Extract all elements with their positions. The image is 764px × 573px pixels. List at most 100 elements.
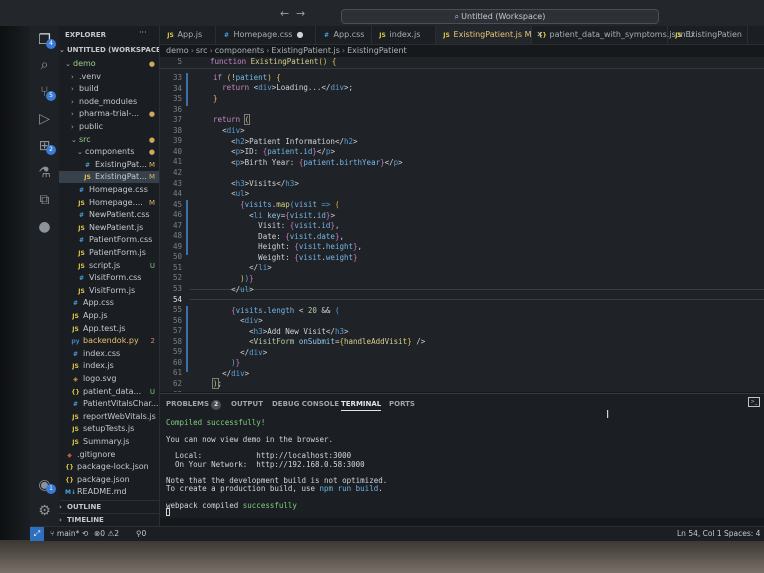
code-line[interactable]: <p>ID: {patient.id}</p> (204, 147, 335, 156)
tab-ports[interactable]: PORTS (389, 400, 415, 408)
tree-item[interactable]: JS NewPatient.js (59, 222, 159, 234)
tree-item[interactable]: JS App.js (59, 310, 159, 322)
back-arrow-icon[interactable]: ← (280, 7, 289, 20)
tree-item[interactable]: JS index.js (59, 360, 159, 372)
code-line[interactable]: Visit: {visit.id}, (204, 221, 339, 230)
tree-item[interactable]: › .venv (59, 71, 159, 83)
tree-item[interactable]: JS Homepage.... M (59, 197, 159, 209)
remote-explorer-icon[interactable]: ⧉ (36, 192, 53, 209)
tree-item[interactable]: JS VisitForm.js (59, 285, 159, 297)
tree-item[interactable]: M↓README.md (59, 486, 159, 498)
tree-item[interactable]: › build (59, 83, 159, 95)
code-line[interactable]: <h2>Patient Information</h2> (204, 137, 357, 146)
code-editor[interactable]: 5 function ExistingPatient() { 33 34 35 36 3… (160, 57, 764, 392)
breadcrumb-item[interactable]: ExistingPatient (347, 46, 407, 55)
tree-item[interactable]: py backendok.py 2 (59, 335, 159, 347)
unsaved-dot-icon[interactable]: ● (296, 30, 303, 39)
tree-item[interactable]: JS App.test.js (59, 323, 159, 335)
git-branch[interactable]: ⑂ main* (50, 527, 79, 541)
tree-item[interactable]: JS script.js U (59, 260, 159, 272)
code-line[interactable]: Height: {visit.height}, (204, 242, 362, 251)
tree-item[interactable]: {} patient_data... U (59, 386, 159, 398)
tree-item[interactable]: › public (59, 121, 159, 133)
code-line[interactable]: {visits.map(visit => ( (204, 200, 339, 209)
code-line[interactable]: <p>Birth Year: {patient.birthYear}</p> (204, 158, 403, 167)
code-line[interactable]: <ul> (204, 189, 249, 198)
code-line[interactable]: <h3>Visits</h3> (204, 179, 299, 188)
tree-item[interactable]: ⌄ components ● (59, 146, 159, 158)
explorer-more-icon[interactable]: ··· (139, 27, 157, 39)
search-icon[interactable]: ⌕ (36, 57, 53, 74)
code-line[interactable]: </div> (204, 348, 267, 357)
code-line[interactable]: Date: {visit.date}, (204, 232, 344, 241)
tree-item[interactable]: {} package.json (59, 474, 159, 486)
tab-debug-console[interactable]: DEBUG CONSOLE (272, 400, 339, 408)
tree-item[interactable]: # PatientForm.css (59, 234, 159, 246)
tree-item[interactable]: {} package-lock.json (59, 461, 159, 473)
code-line[interactable]: )} (204, 358, 240, 367)
ports-status[interactable]: ⚲0 (136, 527, 146, 541)
code-line[interactable]: if (!patient) { (204, 73, 281, 82)
tree-item[interactable]: # PatientVitalsChar... (59, 398, 159, 410)
code-line[interactable]: <div> (204, 126, 245, 135)
code-line[interactable]: ); (204, 378, 222, 389)
tree-item[interactable]: › node_modules (59, 96, 159, 108)
code-line[interactable]: } (204, 94, 218, 103)
cursor-position[interactable]: Ln 54, Col 1 (677, 527, 722, 541)
code-line[interactable]: ))} (204, 274, 254, 283)
remote-indicator-icon[interactable]: ⤢ (30, 527, 44, 541)
code-line[interactable]: </div> (204, 369, 249, 378)
sync-icon[interactable]: ⟲ (82, 527, 88, 541)
indentation-setting[interactable]: Spaces: 4 (724, 527, 760, 541)
tree-item[interactable]: JS reportWebVitals.js (59, 411, 159, 423)
editor-tab[interactable]: # Homepage.css ● (216, 26, 316, 44)
editor-tab[interactable]: # App.css (316, 26, 372, 44)
tab-output[interactable]: OUTPUT (231, 400, 263, 408)
editor-tab[interactable]: JS index.js (372, 26, 436, 44)
code-line[interactable]: <VisitForm onSubmit={handleAddVisit} /> (204, 337, 425, 346)
code-line[interactable]: return ( (204, 114, 251, 125)
breadcrumb-item[interactable]: demo (166, 46, 189, 55)
code-line[interactable]: <li key={visit.id}> (204, 211, 335, 220)
breadcrumb-item[interactable]: components (215, 46, 264, 55)
code-line[interactable]: return <div>Loading...</div>; (204, 83, 353, 92)
tab-terminal[interactable]: TERMINAL (341, 400, 382, 411)
editor-tab[interactable]: JS App.js (160, 26, 216, 44)
manage-gear-icon[interactable]: ⚙ (36, 503, 53, 520)
outline-section[interactable]: › OUTLINE (59, 500, 159, 513)
terminal-shell-icon[interactable]: >_ (748, 397, 760, 407)
timeline-section[interactable]: › TIMELINE (59, 513, 159, 526)
code-line[interactable]: </ul> (204, 285, 254, 294)
tree-item[interactable]: JS PatientForm.js (59, 247, 159, 259)
code-line[interactable]: </li> (204, 263, 272, 272)
tree-item[interactable]: › pharma-trial-... ● (59, 108, 159, 120)
code-line[interactable]: {visits.length < 20 && ( (204, 306, 339, 315)
tree-item[interactable]: JS setupTests.js (59, 423, 159, 435)
tree-item[interactable]: # VisitForm.css (59, 272, 159, 284)
breadcrumb-item[interactable]: ExistingPatient.js (271, 46, 339, 55)
github-icon[interactable]: ● (36, 219, 53, 236)
tree-item[interactable]: ◈ logo.svg (59, 373, 159, 385)
forward-arrow-icon[interactable]: → (296, 7, 305, 20)
tab-problems[interactable]: PROBLEMS 2 (166, 400, 222, 410)
tree-item[interactable]: ⌄ demo ● (59, 58, 159, 70)
editor-tab[interactable]: JS ExistingPatien (668, 26, 748, 44)
tree-item[interactable]: # App.css (59, 297, 159, 309)
tree-item[interactable]: # index.css (59, 348, 159, 360)
testing-icon[interactable]: ⚗ (36, 165, 53, 182)
tree-item[interactable]: JS Summary.js (59, 436, 159, 448)
workspace-root[interactable]: ⌄ UNTITLED (WORKSPACE) (59, 44, 159, 56)
sticky-scroll-line[interactable]: function ExistingPatient() { (210, 57, 336, 66)
code-line[interactable]: <div> (204, 316, 263, 325)
run-debug-icon[interactable]: ▷ (36, 111, 53, 128)
code-line[interactable]: <h3>Add New Visit</h3> (204, 327, 348, 336)
tree-item[interactable]: ◆ .gitignore (59, 449, 159, 461)
editor-tab[interactable]: {} patient_data_with_symptoms.json U (532, 26, 694, 44)
problems-status[interactable]: ⊗0 ⚠2 (94, 527, 119, 541)
command-center-search[interactable]: ⌕ Untitled (Workspace) (341, 9, 659, 24)
tree-item[interactable]: ⌄ src ● (59, 134, 159, 146)
tree-item[interactable]: # ExistingPat... M (59, 159, 159, 171)
tree-item[interactable]: # NewPatient.css (59, 209, 159, 221)
breadcrumb-item[interactable]: src (196, 46, 208, 55)
code-line[interactable]: Weight: {visit.weight} (204, 253, 357, 262)
